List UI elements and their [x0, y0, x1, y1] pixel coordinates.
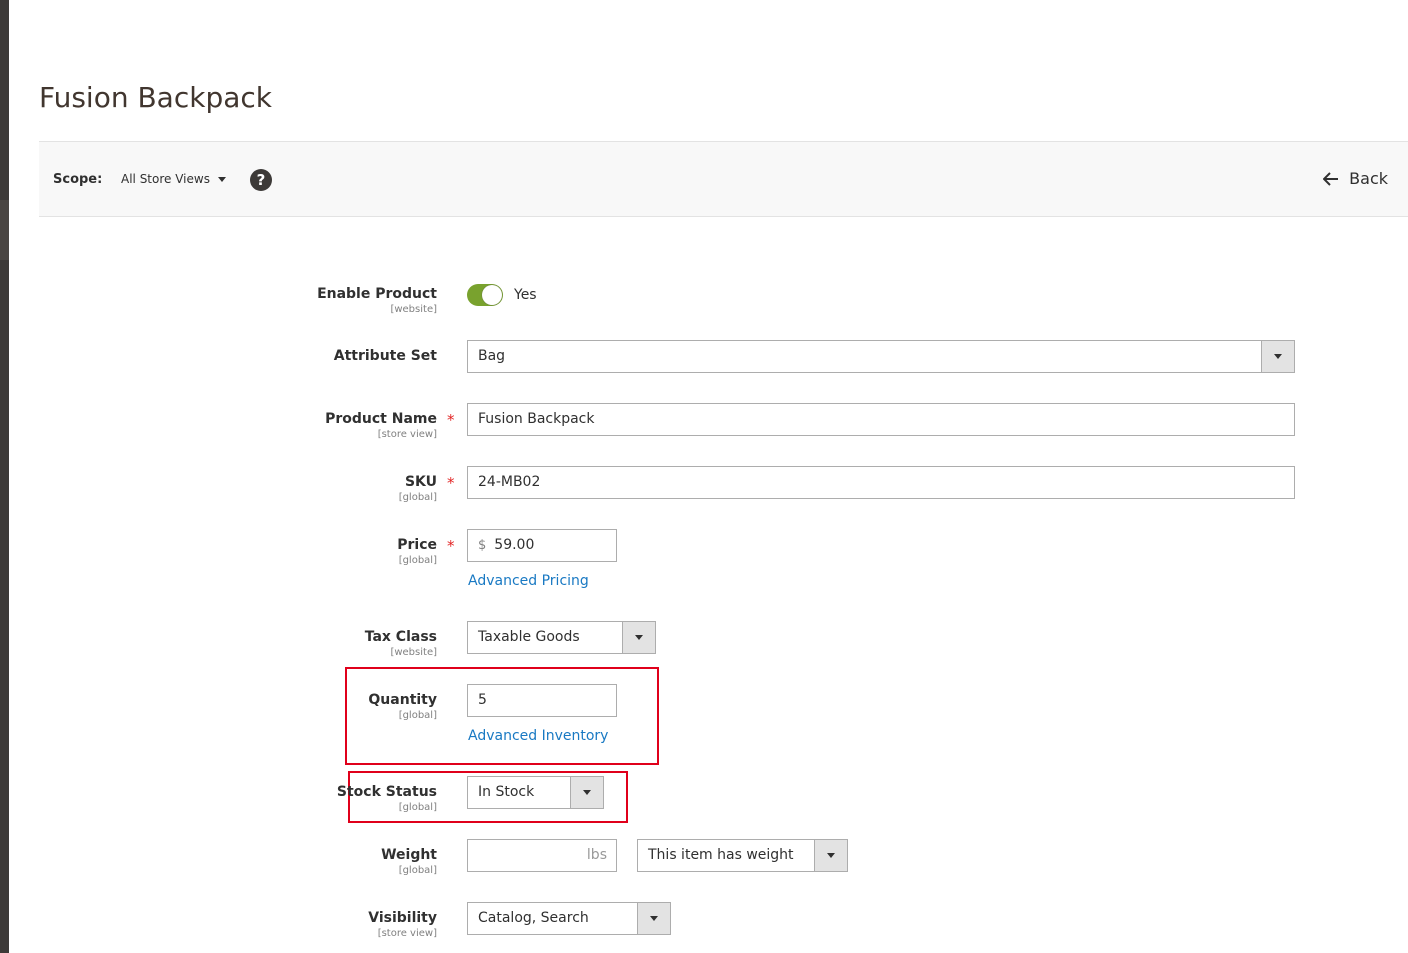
product-name-input[interactable]: Fusion Backpack — [467, 403, 1295, 436]
attribute-set-label: Attribute Set — [333, 348, 437, 364]
chevron-down-icon — [217, 177, 226, 182]
price-input[interactable]: $59.00 — [467, 529, 617, 562]
price-value: 59.00 — [494, 537, 535, 553]
enable-product-label: Enable Product — [317, 286, 437, 302]
question-icon[interactable]: ? — [250, 169, 272, 191]
stock-status-value: In Stock — [478, 784, 535, 800]
scope-bar: Scope: All Store Views ? Back — [39, 141, 1408, 217]
chevron-down-icon — [814, 840, 847, 871]
weight-scope: [global] — [398, 865, 437, 876]
stock-status-label: Stock Status — [336, 784, 437, 800]
chevron-down-icon — [637, 903, 670, 934]
advanced-pricing-link[interactable]: Advanced Pricing — [468, 573, 589, 589]
weight-unit: lbs — [586, 847, 607, 863]
required-marker: * — [447, 474, 455, 492]
stock-status-scope: [global] — [398, 802, 437, 813]
enable-product-value: Yes — [514, 287, 537, 303]
product-name-label: Product Name — [325, 411, 437, 427]
tax-class-scope: [website] — [390, 647, 437, 658]
weight-type-select[interactable]: This item has weight — [637, 839, 848, 872]
quantity-label: Quantity — [368, 692, 437, 708]
stock-status-select[interactable]: In Stock — [467, 776, 604, 809]
enable-product-toggle[interactable] — [467, 284, 503, 306]
visibility-value: Catalog, Search — [478, 910, 589, 926]
product-name-scope: [store view] — [377, 429, 437, 440]
weight-label: Weight — [381, 847, 437, 863]
currency-symbol: $ — [478, 538, 487, 553]
sidebar-notch — [0, 200, 9, 260]
attribute-set-select[interactable]: Bag — [467, 340, 1295, 373]
visibility-scope: [store view] — [377, 928, 437, 939]
chevron-down-icon — [1261, 341, 1294, 372]
sku-input[interactable]: 24-MB02 — [467, 466, 1295, 499]
visibility-select[interactable]: Catalog, Search — [467, 902, 671, 935]
scope-label: Scope: — [53, 172, 103, 187]
sku-label: SKU — [404, 474, 437, 490]
toggle-knob — [482, 285, 502, 305]
arrow-left-icon — [1323, 171, 1339, 186]
back-button[interactable]: Back — [1323, 169, 1388, 188]
page-title: Fusion Backpack — [39, 81, 272, 114]
quantity-scope: [global] — [398, 710, 437, 721]
required-marker: * — [447, 537, 455, 555]
chevron-down-icon — [622, 622, 655, 653]
advanced-inventory-link[interactable]: Advanced Inventory — [468, 728, 608, 744]
tax-class-value: Taxable Goods — [478, 629, 580, 645]
required-marker: * — [447, 411, 455, 429]
back-label: Back — [1349, 169, 1388, 188]
quantity-input[interactable]: 5 — [467, 684, 617, 717]
chevron-down-icon — [570, 777, 603, 808]
enable-product-scope: [website] — [390, 304, 437, 315]
scope-switcher-label: All Store Views — [121, 172, 210, 186]
tax-class-select[interactable]: Taxable Goods — [467, 621, 656, 654]
attribute-set-value: Bag — [478, 348, 506, 364]
sku-scope: [global] — [398, 492, 437, 503]
price-scope: [global] — [398, 555, 437, 566]
price-label: Price — [397, 537, 437, 553]
scope-switcher[interactable]: All Store Views — [121, 172, 226, 186]
tax-class-label: Tax Class — [364, 629, 437, 645]
visibility-label: Visibility — [368, 910, 437, 926]
weight-type-value: This item has weight — [648, 847, 794, 863]
weight-input[interactable]: lbs — [467, 839, 617, 872]
